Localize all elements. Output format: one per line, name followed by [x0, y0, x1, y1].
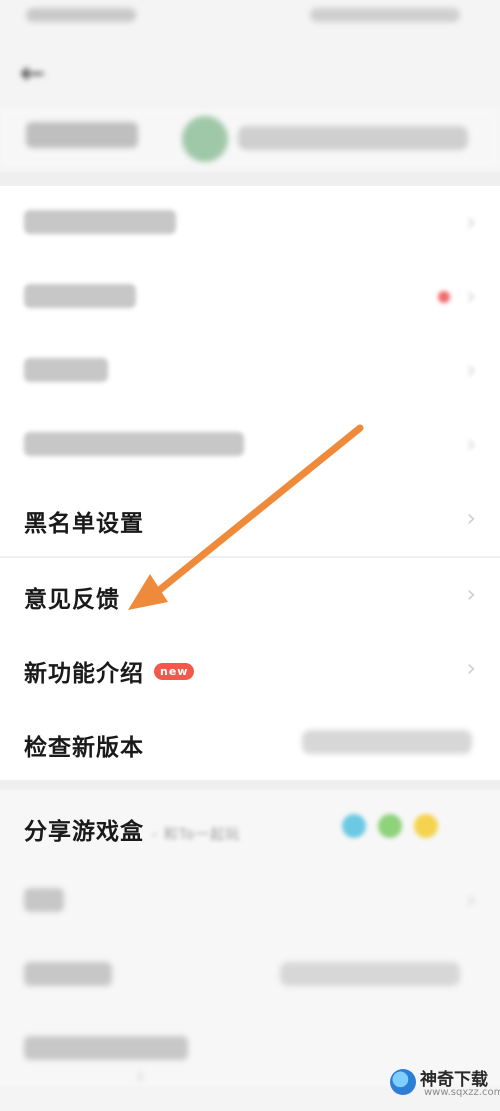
- share-wechat-icon: [378, 814, 402, 838]
- share-row[interactable]: 分享游戏盒 - 和To一起玩: [0, 790, 500, 864]
- status-bar-right: [310, 8, 460, 22]
- chevron-right-icon: ›: [466, 208, 476, 236]
- share-subtitle: - 和To一起玩: [152, 827, 241, 843]
- blacklist-settings-row[interactable]: 黑名单设置 ›: [0, 482, 500, 556]
- chevron-right-icon: ›: [466, 504, 476, 532]
- chevron-right-icon: ›: [466, 282, 476, 310]
- account-row[interactable]: [0, 108, 500, 168]
- settings-section-share: 分享游戏盒 - 和To一起玩 ›: [0, 790, 500, 1086]
- settings-row[interactable]: ›: [0, 864, 500, 938]
- share-moments-icon: [414, 814, 438, 838]
- row-label-blurred: [24, 962, 112, 986]
- share-qq-icon: [342, 814, 366, 838]
- chevron-right-icon: ›: [466, 356, 476, 384]
- header: ←: [0, 36, 500, 106]
- status-bar-left: [26, 8, 136, 22]
- share-label: 分享游戏盒: [24, 819, 144, 845]
- account-name: [238, 126, 468, 150]
- new-features-label-wrap: 新功能介绍 new: [24, 654, 195, 688]
- chevron-right-icon: ›: [466, 654, 476, 682]
- chevron-right-icon: ›: [466, 430, 476, 458]
- watermark-logo-icon: [390, 1069, 416, 1095]
- share-channel-icons: [342, 814, 442, 840]
- settings-row[interactable]: [0, 938, 500, 1012]
- avatar: [182, 116, 228, 162]
- home-indicator-icon: ‹: [136, 1064, 145, 1089]
- new-badge: new: [154, 663, 195, 680]
- row-label-blurred: [24, 888, 64, 912]
- row-label-blurred: [24, 210, 176, 234]
- current-version-blurred: [302, 730, 472, 754]
- settings-row[interactable]: ›: [0, 260, 500, 334]
- status-bar: [0, 0, 500, 36]
- new-features-label: 新功能介绍: [24, 661, 144, 687]
- row-label-blurred: [24, 358, 108, 382]
- red-dot-badge: [438, 291, 450, 303]
- chevron-right-icon: ›: [466, 580, 476, 608]
- settings-section-account: › › › › 黑名单设置 ›: [0, 186, 500, 556]
- feedback-label: 意见反馈: [24, 587, 120, 613]
- check-update-label: 检查新版本: [24, 735, 144, 761]
- feedback-row[interactable]: 意见反馈 ›: [0, 558, 500, 632]
- section-divider: [0, 172, 500, 186]
- settings-section-app: 意见反馈 › 新功能介绍 new › 检查新版本: [0, 558, 500, 780]
- row-value-blurred: [280, 962, 460, 986]
- row-label-blurred: [24, 1036, 188, 1060]
- settings-row[interactable]: ›: [0, 334, 500, 408]
- new-features-row[interactable]: 新功能介绍 new ›: [0, 632, 500, 706]
- watermark-url: www.sqxzz.com: [424, 1087, 500, 1098]
- chevron-right-icon: ›: [466, 886, 476, 914]
- back-arrow-icon[interactable]: ←: [20, 56, 45, 91]
- check-update-row[interactable]: 检查新版本: [0, 706, 500, 780]
- share-label-wrap: 分享游戏盒 - 和To一起玩: [24, 812, 240, 846]
- account-label: [26, 122, 138, 148]
- row-label-blurred: [24, 284, 136, 308]
- watermark: 神奇下载 www.sqxzz.com: [390, 1067, 500, 1101]
- blacklist-settings-label: 黑名单设置: [24, 511, 144, 537]
- settings-row[interactable]: ›: [0, 186, 500, 260]
- settings-row[interactable]: ›: [0, 408, 500, 482]
- row-label-blurred: [24, 432, 244, 456]
